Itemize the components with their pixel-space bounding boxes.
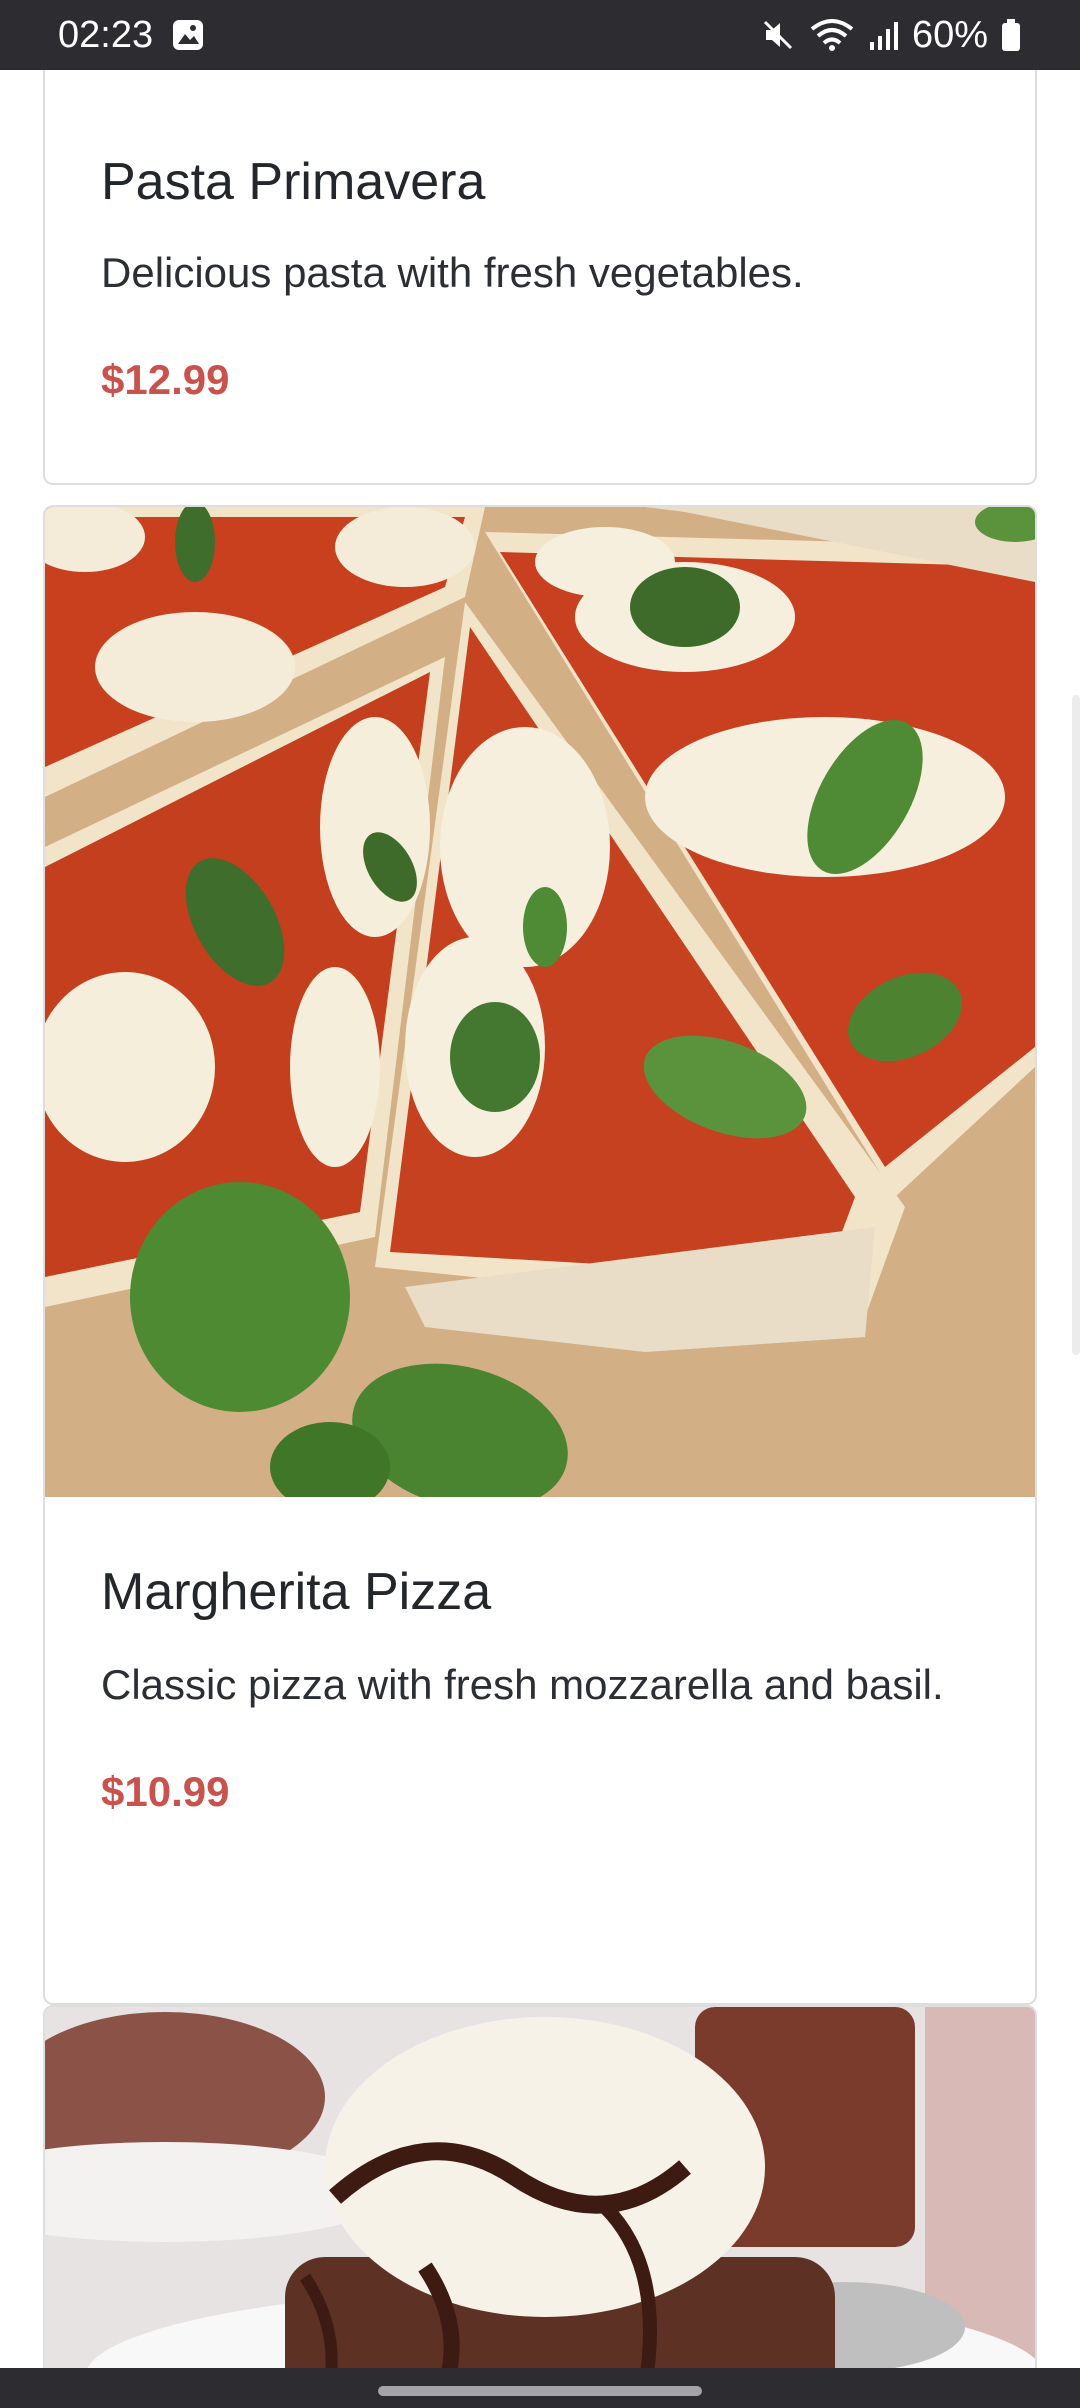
menu-card[interactable]: Margherita Pizza Classic pizza with fres… — [43, 505, 1037, 2005]
home-gesture-handle[interactable] — [378, 2386, 702, 2396]
menu-item-description: Delicious pasta with fresh vegetables. — [101, 249, 804, 296]
signal-icon — [868, 18, 900, 52]
navigation-bar — [0, 2368, 1080, 2408]
menu-list[interactable]: Pasta Primavera Delicious pasta with fre… — [0, 70, 1080, 2368]
menu-card[interactable]: Pasta Primavera Delicious pasta with fre… — [43, 70, 1037, 485]
battery-icon — [1000, 17, 1022, 53]
status-bar: 02:23 60% — [0, 0, 1080, 70]
scrollbar[interactable] — [1072, 695, 1080, 1355]
gallery-icon — [171, 18, 205, 52]
mute-icon — [760, 17, 796, 53]
menu-card[interactable] — [43, 2005, 1037, 2368]
wifi-icon — [808, 17, 856, 53]
chocolate-lava-cake-photo — [45, 2007, 1035, 2368]
battery-percent: 60% — [911, 13, 988, 56]
status-time: 02:23 — [58, 13, 154, 56]
menu-item-price: $10.99 — [101, 1768, 230, 1815]
menu-item-title: Pasta Primavera — [101, 153, 486, 211]
menu-item-description: Classic pizza with fresh mozzarella and … — [101, 1661, 944, 1708]
menu-item-price: $12.99 — [101, 356, 230, 403]
menu-item-title: Margherita Pizza — [101, 1563, 492, 1621]
pizza-photo — [45, 507, 1035, 1512]
